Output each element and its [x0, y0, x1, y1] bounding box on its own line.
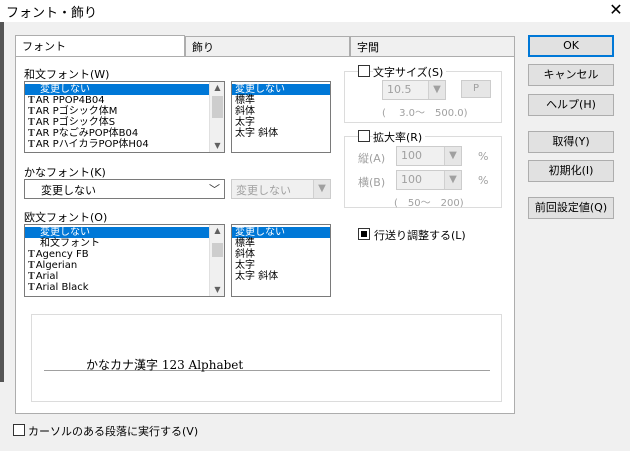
- list-item[interactable]: 斜体: [232, 106, 330, 117]
- help-button[interactable]: ヘルプ(H): [528, 94, 614, 116]
- truetype-icon: T: [28, 118, 35, 128]
- list-item[interactable]: TArial: [25, 271, 224, 282]
- list-item[interactable]: 太字: [232, 117, 330, 128]
- close-icon[interactable]: ✕: [606, 0, 626, 20]
- truetype-icon: T: [28, 250, 35, 260]
- kana-style-select[interactable]: 変更しない ▼: [231, 179, 331, 199]
- cursor-paragraph-checkbox[interactable]: [13, 424, 25, 436]
- font-size-range: ( 3.0〜 500.0): [382, 108, 468, 119]
- kana-font-label: かなフォント(K): [24, 166, 106, 179]
- horizontal-percent: %: [478, 174, 489, 187]
- scroll-down-icon[interactable]: ▼: [210, 140, 224, 152]
- cursor-paragraph-label: カーソルのある段落に実行する(V): [28, 425, 199, 438]
- window-title: フォント・飾り: [6, 6, 98, 21]
- truetype-icon: T: [28, 140, 35, 150]
- scale-label: 拡大率(R): [373, 129, 426, 145]
- list-item[interactable]: TAR PハイカラPOP体H04: [25, 139, 224, 150]
- list-item[interactable]: 太字 斜体: [232, 128, 330, 139]
- line-feed-label: 行送り調整する(L): [374, 229, 466, 242]
- truetype-icon: T: [28, 107, 35, 117]
- list-item[interactable]: 変更しない: [232, 227, 330, 238]
- list-item[interactable]: 変更しない: [25, 84, 224, 95]
- font-size-select[interactable]: 10.5 ▼: [382, 80, 446, 100]
- scroll-down-icon[interactable]: ▼: [210, 284, 224, 296]
- scroll-up-icon[interactable]: ▲: [210, 82, 224, 94]
- chevron-down-icon: ▼: [444, 147, 461, 165]
- window-edge: [0, 22, 4, 382]
- truetype-icon: T: [28, 96, 35, 106]
- chevron-down-icon: ▼: [444, 171, 461, 189]
- scale-checkbox[interactable]: [358, 130, 370, 142]
- preview-text: かなカナ漢字 123 Alphabet: [86, 358, 244, 372]
- cancel-button[interactable]: キャンセル: [528, 64, 614, 86]
- chevron-down-icon: ﹀: [209, 183, 220, 196]
- tab-font[interactable]: フォント: [15, 35, 185, 57]
- japanese-font-label: 和文フォント(W): [24, 68, 110, 81]
- truetype-icon: T: [28, 261, 35, 271]
- reset-button[interactable]: 初期化(I): [528, 160, 614, 182]
- truetype-icon: T: [28, 283, 35, 293]
- western-font-scrollbar[interactable]: ▲ ▼: [209, 225, 224, 296]
- truetype-icon: T: [28, 272, 35, 282]
- list-item[interactable]: TAgency FB: [25, 249, 224, 260]
- list-item[interactable]: 標準: [232, 238, 330, 249]
- horizontal-scale-select[interactable]: 100 ▼: [396, 170, 462, 190]
- get-button[interactable]: 取得(Y): [528, 131, 614, 153]
- line-feed-checkbox[interactable]: [358, 228, 370, 240]
- western-font-list[interactable]: 変更しない 和文フォント TAgency FB TAlgerian TArial…: [24, 224, 225, 297]
- chevron-down-icon: ▼: [313, 180, 330, 198]
- list-item[interactable]: 和文フォント: [25, 238, 224, 249]
- chevron-down-icon: ▼: [428, 81, 445, 99]
- tab-decoration[interactable]: 飾り: [185, 36, 350, 56]
- western-style-list[interactable]: 変更しない 標準 斜体 太字 太字 斜体: [231, 224, 331, 297]
- tab-spacing[interactable]: 字間: [350, 36, 515, 56]
- list-item[interactable]: 太字: [232, 260, 330, 271]
- font-size-label: 文字サイズ(S): [373, 64, 447, 80]
- font-size-checkbox[interactable]: [358, 65, 370, 77]
- scroll-up-icon[interactable]: ▲: [210, 225, 224, 237]
- list-item[interactable]: TAR Pゴシック体M: [25, 106, 224, 117]
- horizontal-scale-label: 横(B): [358, 176, 386, 189]
- japanese-font-scrollbar[interactable]: ▲ ▼: [209, 82, 224, 152]
- scale-range: ( 50〜 200): [394, 198, 464, 209]
- western-font-label: 欧文フォント(O): [24, 211, 108, 224]
- vertical-scale-label: 縦(A): [358, 152, 386, 165]
- list-item[interactable]: TAR Pゴシック体S: [25, 117, 224, 128]
- list-item[interactable]: TAlgerian: [25, 260, 224, 271]
- list-item[interactable]: 標準: [232, 95, 330, 106]
- japanese-font-list[interactable]: 変更しない TAR PPOP4B04 TAR Pゴシック体M TAR Pゴシック…: [24, 81, 225, 153]
- vertical-scale-select[interactable]: 100 ▼: [396, 146, 462, 166]
- list-item[interactable]: 斜体: [232, 249, 330, 260]
- list-item[interactable]: 変更しない: [232, 84, 330, 95]
- size-unit-button[interactable]: P: [461, 80, 491, 98]
- list-item[interactable]: 変更しない: [25, 227, 224, 238]
- scroll-thumb[interactable]: [212, 96, 223, 118]
- japanese-style-list[interactable]: 変更しない 標準 斜体 太字 太字 斜体: [231, 81, 331, 153]
- list-item[interactable]: TAR PPOP4B04: [25, 95, 224, 106]
- kana-font-select[interactable]: 変更しない ﹀: [24, 179, 225, 199]
- previous-settings-button[interactable]: 前回設定値(Q): [528, 197, 614, 219]
- scroll-thumb[interactable]: [212, 243, 223, 257]
- list-item[interactable]: TAR PなごみPOP体B04: [25, 128, 224, 139]
- list-item[interactable]: TArial Black: [25, 282, 224, 293]
- vertical-percent: %: [478, 150, 489, 163]
- list-item[interactable]: 太字 斜体: [232, 271, 330, 282]
- truetype-icon: T: [28, 129, 35, 139]
- ok-button[interactable]: OK: [528, 35, 614, 57]
